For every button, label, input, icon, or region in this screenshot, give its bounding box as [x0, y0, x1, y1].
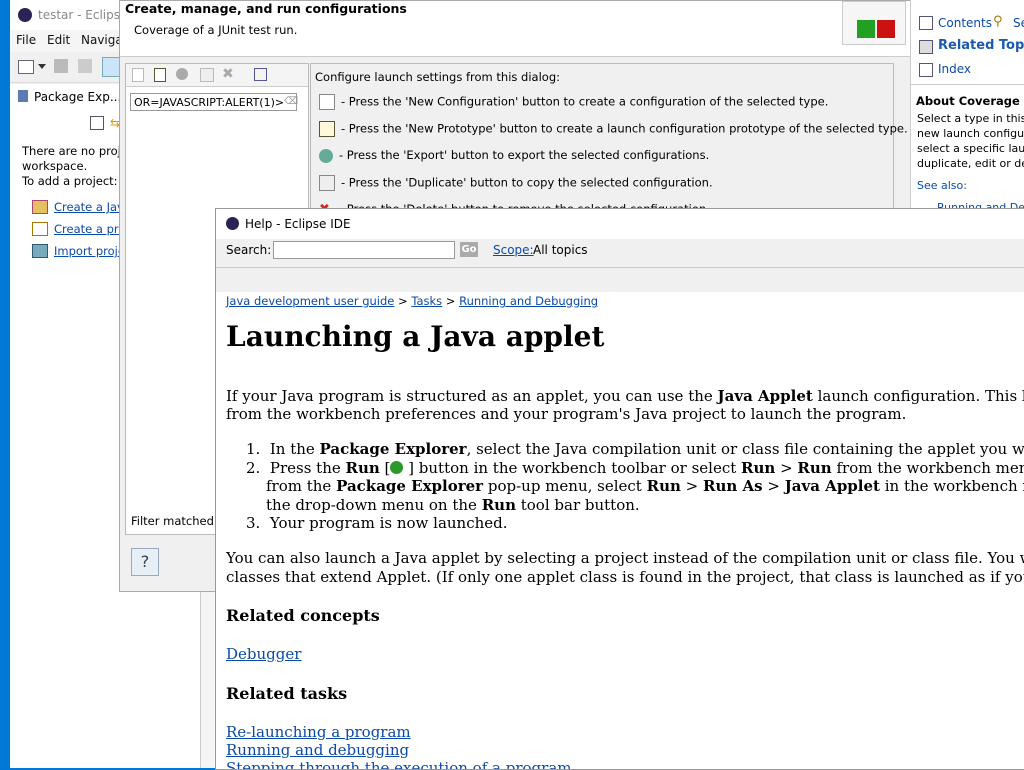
cfg-row-text: - Press the 'Export' button to export th…	[339, 148, 710, 162]
launch-dialog-title: Create, manage, and run configurations	[125, 1, 407, 16]
export-icon	[319, 148, 333, 163]
duplicate-icon	[319, 175, 335, 191]
create-project-link[interactable]: Create a proj	[54, 222, 129, 236]
cfg-row-text: - Press the 'New Configuration' button t…	[341, 94, 829, 109]
help-button-icon[interactable]: ?	[131, 548, 159, 576]
new-prototype-icon[interactable]	[154, 68, 166, 82]
help-search-bar: Search: Go Scope: All topics	[216, 239, 1024, 267]
page-title: Launching a Java applet	[226, 320, 605, 353]
cfg-row-duplicate: - Press the 'Duplicate' button to copy t…	[319, 175, 713, 191]
contents-tab[interactable]: Contents	[938, 16, 992, 30]
collapse-icon[interactable]	[254, 68, 267, 81]
related-tasks-heading: Related tasks	[226, 684, 348, 703]
duplicate-icon[interactable]	[200, 68, 214, 82]
launch-settings-heading: Configure launch settings from this dial…	[315, 70, 560, 84]
launch-dialog-header: Create, manage, and run configurations C…	[120, 1, 910, 57]
help-window-title: Help - Eclipse IDE	[245, 217, 351, 231]
see-also-label: See also:	[917, 179, 967, 192]
help-titlebar: Help - Eclipse IDE	[216, 209, 1024, 239]
steps-list: 1. In the Package Explorer, select the J…	[246, 440, 1024, 533]
intro-paragraph: If your Java program is structured as an…	[226, 387, 1024, 423]
help-search-input[interactable]	[273, 241, 455, 259]
filter-status: Filter matched 0	[131, 514, 225, 528]
intro-text: launch configuration. This launch config…	[817, 387, 1024, 405]
running-debugging-link[interactable]: Running and debugging	[226, 741, 409, 759]
breadcrumb: Java development user guide > Tasks > Ru…	[226, 294, 599, 308]
list-item-cont: the drop-down menu on the Run tool bar b…	[266, 495, 640, 514]
new-config-icon	[319, 94, 335, 110]
contents-icon	[919, 16, 933, 30]
side-divider	[911, 84, 1024, 85]
list-item-cont: from the Package Explorer pop-up menu, s…	[266, 477, 1024, 495]
list-item: 3. Your program is now launched.	[246, 514, 508, 532]
applet-paragraph: You can also launch a Java applet by sel…	[226, 549, 1024, 586]
menu-file[interactable]: File	[16, 33, 36, 47]
new-icon[interactable]	[18, 60, 34, 74]
help-content: Java development user guide > Tasks > Ru…	[216, 292, 1024, 769]
intro-text: from the workbench preferences and your …	[226, 405, 907, 423]
config-toolbar: ✖	[126, 64, 308, 87]
eclipse-logo-icon	[18, 8, 32, 22]
cfg-row-new-prototype: - Press the 'New Prototype' button to cr…	[319, 121, 908, 137]
list-item: 2. Press the Run [ ] button in the workb…	[246, 458, 1024, 477]
intro-bold: Java Applet	[717, 387, 813, 405]
export-icon[interactable]	[176, 68, 188, 80]
collapse-all-icon[interactable]	[90, 116, 104, 130]
intro-text: If your Java program is structured as an…	[226, 387, 718, 405]
breadcrumb-tasks[interactable]: Tasks	[411, 294, 442, 308]
help-window: Help - Eclipse IDE Search: Go Scope: All…	[215, 208, 1024, 770]
search-tab[interactable]: Se	[1013, 16, 1024, 30]
dropdown-arrow-icon[interactable]	[38, 64, 46, 69]
package-explorer-tab[interactable]: Package Exp...	[34, 90, 121, 104]
breadcrumb-running-debugging[interactable]: Running and Debugging	[459, 294, 598, 308]
about-line-1: Select a type in this t	[917, 112, 1024, 125]
run-icon	[390, 460, 404, 474]
related-topics-icon	[919, 40, 933, 54]
package-explorer-icon	[18, 90, 28, 102]
about-line-2: new launch configu	[917, 127, 1024, 140]
go-button[interactable]: Go	[460, 242, 478, 257]
cfg-row-text: - Press the 'Duplicate' button to copy t…	[341, 175, 713, 190]
save-all-icon[interactable]	[78, 59, 92, 73]
cfg-row-export: - Press the 'Export' button to export th…	[319, 148, 709, 163]
relaunching-link[interactable]: Re-launching a program	[226, 723, 411, 741]
workspace-text: workspace.	[22, 159, 88, 173]
new-config-icon[interactable]	[132, 68, 144, 82]
index-icon	[919, 63, 933, 77]
add-project-text: To add a project:	[22, 174, 118, 188]
java-project-icon	[32, 200, 48, 214]
breadcrumb-java-guide[interactable]: Java development user guide	[226, 294, 394, 308]
no-projects-text: There are no projec	[22, 144, 135, 158]
search-label: Search:	[226, 243, 272, 257]
search-icon: ⚲	[993, 14, 1003, 29]
import-project-link[interactable]: Import proje	[54, 244, 125, 258]
project-icon	[32, 222, 48, 236]
import-icon	[32, 244, 48, 258]
index-tab[interactable]: Index	[938, 62, 971, 76]
new-prototype-icon	[319, 121, 335, 137]
related-topics-tab[interactable]: Related Topics	[938, 38, 1024, 53]
about-line-4: duplicate, edit or del	[917, 157, 1024, 170]
about-line-3: select a specific laun	[917, 142, 1024, 155]
clear-filter-icon[interactable]: ⌫	[284, 96, 298, 107]
cfg-row-text: - Press the 'New Prototype' button to cr…	[341, 121, 908, 136]
launch-banner-icon	[842, 1, 906, 45]
related-concepts-heading: Related concepts	[226, 606, 380, 625]
filter-input[interactable]: OR=JAVASCRIPT:ALERT(1)>	[130, 93, 297, 111]
about-title: About Coverage Con	[916, 94, 1024, 108]
scope-link[interactable]: Scope:	[493, 243, 534, 257]
launch-dialog-subtitle: Coverage of a JUnit test run.	[134, 23, 298, 37]
delete-icon[interactable]: ✖	[222, 66, 234, 82]
debugger-link[interactable]: Debugger	[226, 645, 301, 663]
scope-value: All topics	[533, 243, 588, 257]
save-icon[interactable]	[54, 59, 68, 73]
list-item: 1. In the Package Explorer, select the J…	[246, 440, 1024, 458]
eclipse-logo-icon	[226, 217, 239, 230]
cfg-row-new-config: - Press the 'New Configuration' button t…	[319, 94, 828, 110]
help-toolbar	[216, 267, 1024, 293]
menu-edit[interactable]: Edit	[47, 33, 70, 47]
